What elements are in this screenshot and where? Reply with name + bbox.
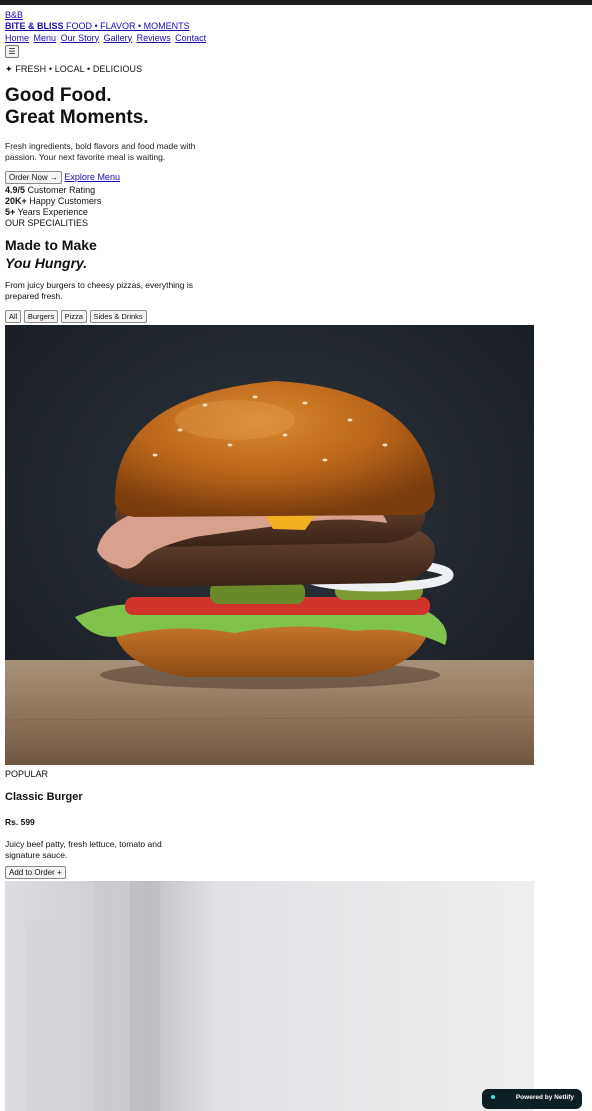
- specialities-title-line1: Made to Make: [5, 237, 97, 253]
- filter-burgers[interactable]: Burgers: [23, 310, 59, 323]
- menu-item-name: Classic Burger: [5, 791, 83, 804]
- netlify-icon: [491, 1095, 495, 1099]
- netlify-badge[interactable]: Powered by Netlify: [482, 1089, 582, 1109]
- top-bar: [0, 0, 592, 5]
- stat-label: Years Experience: [17, 207, 88, 217]
- main-nav: Home Menu Our Story Gallery Reviews Cont…: [5, 33, 565, 44]
- filter-sides-drinks[interactable]: Sides & Drinks: [89, 310, 147, 323]
- nav-reviews[interactable]: Reviews: [137, 33, 171, 43]
- order-now-button[interactable]: Order Now →: [5, 171, 62, 184]
- stat-value: 5+: [5, 207, 16, 217]
- explore-menu-link[interactable]: Explore Menu: [64, 172, 120, 182]
- stat-label: Customer Rating: [27, 185, 96, 195]
- menu-item-tag: POPULAR: [5, 769, 49, 779]
- stat-experience: 5+ Years Experience: [5, 207, 565, 218]
- menu-item-description: Juicy beef patty, fresh lettuce, tomato …: [5, 838, 162, 860]
- brand-name: BITE & BLISS: [5, 21, 64, 32]
- hamburger-menu-icon[interactable]: ☰: [5, 44, 19, 58]
- logo[interactable]: B&B: [5, 10, 565, 21]
- hero-title: Good Food. Great Moments.: [5, 85, 565, 129]
- add-to-order-button[interactable]: Add to Order +: [5, 865, 66, 879]
- menu-item-actions: Add to Order +: [5, 865, 565, 879]
- filter-all[interactable]: All: [5, 310, 22, 323]
- hero-ctas: Order Now → Explore Menu: [5, 171, 565, 184]
- specialities-lead: From juicy burgers to cheesy pizzas, eve…: [5, 280, 194, 301]
- nav-gallery[interactable]: Gallery: [104, 33, 133, 43]
- hero-eyebrow: ✦ FRESH • LOCAL • DELICIOUS: [5, 63, 143, 74]
- page-content: B&B BITE & BLISS FOOD • FLAVOR • MOMENTS…: [5, 10, 565, 1111]
- stat-rating: 4.9/5 Customer Rating: [5, 185, 565, 196]
- next-menu-item-image: [5, 880, 534, 1111]
- specialities-title: Made to Make You Hungry.: [5, 236, 565, 272]
- brand-tagline: FOOD • FLAVOR • MOMENTS: [66, 21, 190, 32]
- nav-contact[interactable]: Contact: [175, 33, 206, 43]
- brand-link[interactable]: BITE & BLISS FOOD • FLAVOR • MOMENTS: [5, 21, 565, 32]
- filter-pizza[interactable]: Pizza: [60, 310, 87, 323]
- hero-title-line1: Good Food.: [5, 85, 112, 106]
- menu-item-price: Rs. 599: [5, 817, 35, 827]
- stat-customers: 20K+ Happy Customers: [5, 196, 565, 207]
- hero-stats: 4.9/5 Customer Rating 20K+ Happy Custome…: [5, 185, 565, 218]
- nav-our-story[interactable]: Our Story: [61, 33, 100, 43]
- nav-home[interactable]: Home: [5, 33, 29, 43]
- menu-filters: All Burgers Pizza Sides & Drinks: [5, 310, 565, 323]
- stat-value: 20K+: [5, 196, 27, 206]
- stat-label: Happy Customers: [29, 196, 102, 206]
- nav-menu[interactable]: Menu: [34, 33, 57, 43]
- specialities-label: OUR SPECIALITIES: [5, 218, 89, 228]
- classic-burger-image: [5, 325, 534, 765]
- hero-lead: Fresh ingredients, bold flavors and food…: [5, 141, 196, 162]
- hero-title-line2: Great Moments.: [5, 107, 149, 128]
- specialities-title-line2: You Hungry.: [5, 255, 88, 271]
- stat-value: 4.9/5: [5, 185, 26, 195]
